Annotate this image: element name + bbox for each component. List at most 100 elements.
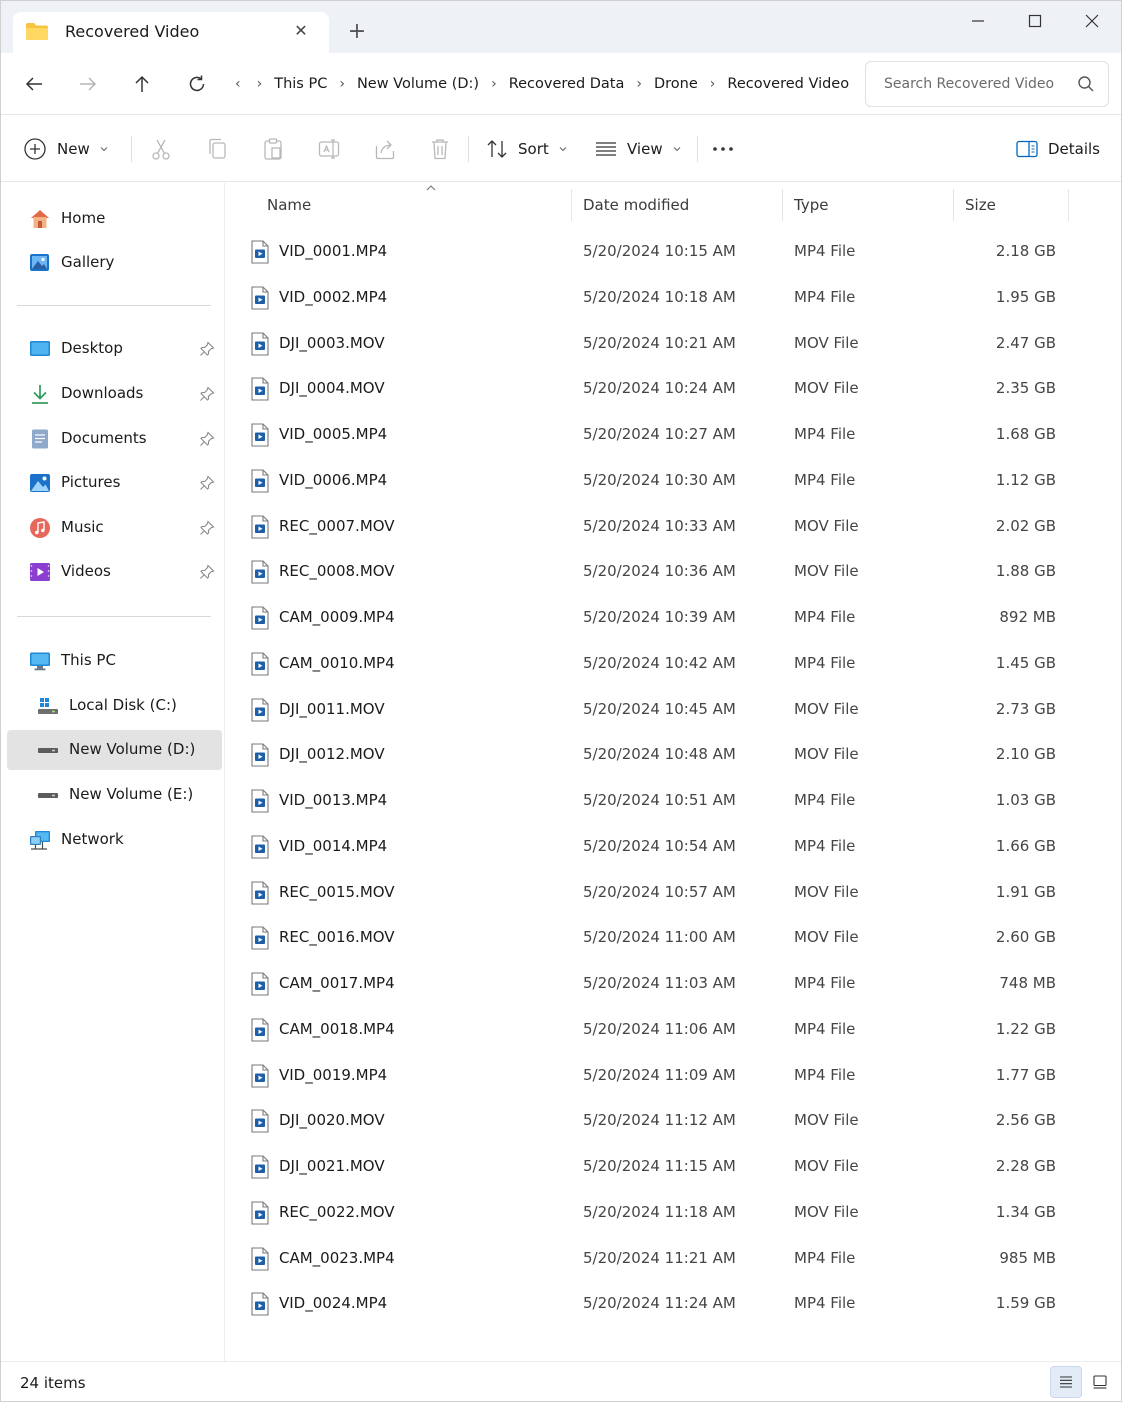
maximize-button[interactable] [1012, 7, 1058, 35]
pin-icon[interactable] [199, 431, 215, 447]
pin-icon[interactable] [199, 564, 215, 580]
breadcrumb-drone[interactable]: Drone [654, 76, 698, 92]
sidebar-item-new-volume-e[interactable]: New Volume (E:) [7, 775, 222, 815]
file-type: MOV File [794, 745, 859, 764]
table-row[interactable]: CAM_0023.MP4 5/20/2024 11:21 AM MP4 File 98… [226, 1236, 1121, 1282]
sidebar-item-home[interactable]: Home [7, 199, 222, 239]
pin-icon[interactable] [199, 386, 215, 402]
sidebar-item-local-disk-c[interactable]: Local Disk (C:) [7, 686, 222, 726]
chevron-right-icon[interactable]: › [255, 76, 275, 92]
table-row[interactable]: REC_0016.MOV 5/20/2024 11:00 AM MOV File 2.… [226, 915, 1121, 961]
table-row[interactable]: VID_0019.MP4 5/20/2024 11:09 AM MP4 File 1.… [226, 1053, 1121, 1099]
more-options-button[interactable] [711, 133, 735, 165]
sidebar-item-label: Music [61, 518, 104, 536]
table-row[interactable]: VID_0001.MP4 5/20/2024 10:15 AM MP4 File 2.… [226, 229, 1121, 275]
minimize-icon [972, 20, 984, 22]
column-header-size[interactable]: Size [965, 183, 1065, 227]
delete-button[interactable] [429, 133, 451, 165]
pin-icon[interactable] [199, 520, 215, 536]
column-header-type[interactable]: Type [794, 183, 944, 227]
breadcrumb-new-volume-d[interactable]: New Volume (D:) [357, 76, 479, 92]
column-header-label: Type [794, 196, 829, 214]
search-input[interactable] [866, 62, 1066, 106]
breadcrumb-recovered-data[interactable]: Recovered Data [509, 76, 625, 92]
sidebar-item-new-volume-d[interactable]: New Volume (D:) [7, 730, 222, 770]
back-button[interactable] [18, 68, 50, 100]
minimize-button[interactable] [955, 7, 1001, 35]
sidebar-item-pictures[interactable]: Pictures [7, 463, 222, 503]
pin-icon[interactable] [199, 475, 215, 491]
file-size: 1.88 GB [995, 562, 1056, 581]
copy-button[interactable] [206, 133, 228, 165]
close-window-button[interactable] [1069, 7, 1115, 35]
column-resize-handle[interactable] [1068, 189, 1069, 221]
breadcrumb-this-pc[interactable]: This PC [274, 76, 327, 92]
column-resize-handle[interactable] [571, 189, 572, 221]
sidebar-item-label: Network [61, 830, 124, 848]
view-button[interactable]: View [595, 133, 682, 165]
column-resize-handle[interactable] [782, 189, 783, 221]
chevron-right-icon[interactable]: › [479, 76, 509, 92]
table-row[interactable]: DJI_0021.MOV 5/20/2024 11:15 AM MOV File 2.… [226, 1144, 1121, 1190]
file-size: 748 MB [999, 974, 1056, 992]
sidebar-item-downloads[interactable]: Downloads [7, 374, 222, 414]
table-row[interactable]: VID_0013.MP4 5/20/2024 10:51 AM MP4 File 1.… [226, 778, 1121, 824]
up-button[interactable] [126, 68, 158, 100]
table-row[interactable]: REC_0007.MOV 5/20/2024 10:33 AM MOV File 2.… [226, 504, 1121, 550]
table-row[interactable]: DJI_0004.MOV 5/20/2024 10:24 AM MOV File 2.… [226, 366, 1121, 412]
chevron-right-icon[interactable]: › [624, 76, 654, 92]
sidebar-item-documents[interactable]: Documents [7, 419, 222, 459]
breadcrumb-overflow-chevron[interactable]: ‹ [227, 76, 255, 92]
forward-button[interactable] [72, 68, 104, 100]
table-row[interactable]: CAM_0017.MP4 5/20/2024 11:03 AM MP4 File 74… [226, 961, 1121, 1007]
column-header-date-modified[interactable]: Date modified [583, 183, 783, 227]
table-row[interactable]: CAM_0010.MP4 5/20/2024 10:42 AM MP4 File 1.… [226, 641, 1121, 687]
share-button[interactable] [374, 133, 396, 165]
search-box [865, 61, 1109, 107]
new-button[interactable]: New [23, 133, 109, 165]
cut-button[interactable] [150, 133, 172, 165]
refresh-button[interactable] [181, 68, 213, 100]
pin-icon[interactable] [199, 341, 215, 357]
details-view-button[interactable] [1050, 1366, 1082, 1398]
details-pane-button[interactable]: Details [1016, 133, 1100, 165]
table-row[interactable]: REC_0015.MOV 5/20/2024 10:57 AM MOV File 1.… [226, 870, 1121, 916]
sort-button[interactable]: Sort [486, 133, 568, 165]
file-type: MP4 File [794, 653, 856, 672]
sidebar-item-label: New Volume (E:) [69, 785, 194, 803]
table-row[interactable]: REC_0008.MOV 5/20/2024 10:36 AM MOV File 1.… [226, 549, 1121, 595]
sidebar-item-desktop[interactable]: Desktop [7, 329, 222, 369]
table-row[interactable]: VID_0024.MP4 5/20/2024 11:24 AM MP4 File 1.… [226, 1281, 1121, 1327]
sidebar-item-music[interactable]: Music [7, 508, 222, 548]
video-file-icon [251, 1246, 269, 1271]
table-row[interactable]: DJI_0003.MOV 5/20/2024 10:21 AM MOV File 2.… [226, 321, 1121, 367]
table-row[interactable]: REC_0022.MOV 5/20/2024 11:18 AM MOV File 1.… [226, 1190, 1121, 1236]
column-header-name[interactable]: Name [267, 183, 557, 227]
sidebar-item-gallery[interactable]: Gallery [7, 243, 222, 283]
breadcrumb-recovered-video[interactable]: Recovered Video [727, 76, 849, 92]
paste-button[interactable] [262, 133, 284, 165]
sidebar-item-videos[interactable]: Videos [7, 552, 222, 592]
table-row[interactable]: VID_0006.MP4 5/20/2024 10:30 AM MP4 File 1.… [226, 458, 1121, 504]
chevron-right-icon[interactable]: › [698, 76, 728, 92]
tab-close-icon[interactable]: ✕ [291, 21, 311, 41]
sidebar-item-this-pc[interactable]: This PC [7, 641, 222, 681]
table-row[interactable]: CAM_0009.MP4 5/20/2024 10:39 AM MP4 File 89… [226, 595, 1121, 641]
rename-button[interactable] [318, 133, 340, 165]
tab-recovered-video[interactable]: Recovered Video ✕ [13, 12, 329, 53]
table-row[interactable]: VID_0002.MP4 5/20/2024 10:18 AM MP4 File 1.… [226, 275, 1121, 321]
table-row[interactable]: DJI_0011.MOV 5/20/2024 10:45 AM MOV File 2.… [226, 687, 1121, 733]
file-type: MP4 File [794, 1065, 856, 1084]
file-type: MP4 File [794, 836, 856, 855]
chevron-right-icon[interactable]: › [327, 76, 357, 92]
search-icon[interactable] [1076, 74, 1096, 94]
sidebar-item-network[interactable]: Network [7, 820, 222, 860]
large-icons-view-button[interactable] [1084, 1366, 1116, 1398]
table-row[interactable]: DJI_0020.MOV 5/20/2024 11:12 AM MOV File 2.… [226, 1098, 1121, 1144]
new-tab-button[interactable]: + [347, 20, 367, 44]
table-row[interactable]: DJI_0012.MOV 5/20/2024 10:48 AM MOV File 2.… [226, 732, 1121, 778]
column-resize-handle[interactable] [953, 189, 954, 221]
table-row[interactable]: CAM_0018.MP4 5/20/2024 11:06 AM MP4 File 1.… [226, 1007, 1121, 1053]
table-row[interactable]: VID_0014.MP4 5/20/2024 10:54 AM MP4 File 1.… [226, 824, 1121, 870]
table-row[interactable]: VID_0005.MP4 5/20/2024 10:27 AM MP4 File 1.… [226, 412, 1121, 458]
